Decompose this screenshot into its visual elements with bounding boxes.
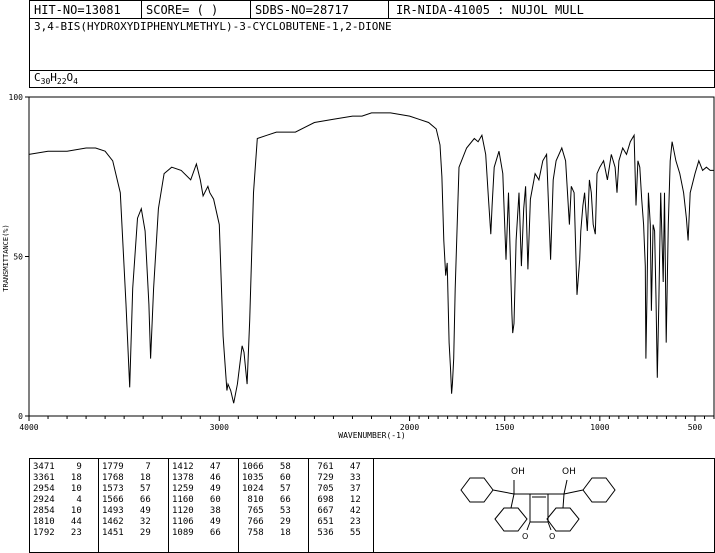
x-axis-label: WAVENUMBER(-1) (338, 431, 405, 440)
peak-entry: 1768 18 (102, 473, 151, 483)
peak-entry: 1160 60 (172, 495, 221, 505)
x-axis: 4000 3000 2000 1500 1000 500 (19, 416, 715, 432)
x-tick-label: 500 (688, 423, 703, 432)
peak-entry: 1566 66 (102, 495, 151, 505)
y-axis: 0 50 100 (9, 93, 29, 421)
peak-column: 3471 9 3361 18 2954 10 2924 4 2854 10 1810 44… (33, 462, 82, 539)
peak-entry: 1024 57 (242, 484, 291, 494)
peak-entry: 651 23 (312, 517, 361, 527)
peak-column: 1779 7 1768 18 1573 57 1566 66 1493 49 1462 3… (102, 462, 151, 539)
peak-entry: 1779 7 (102, 462, 151, 472)
peak-column-divider (308, 458, 309, 553)
peak-entry: 1120 38 (172, 506, 221, 516)
peak-entry: 1412 47 (172, 462, 221, 472)
plot-frame (28, 96, 715, 417)
x-tick-label: 1000 (590, 423, 609, 432)
peak-entry: 1462 32 (102, 517, 151, 527)
peak-entry: 1035 60 (242, 473, 291, 483)
peak-entry: 2854 10 (33, 506, 82, 516)
peak-column-divider (238, 458, 239, 553)
peak-entry: 2954 10 (33, 484, 82, 494)
peak-entry: 729 33 (312, 473, 361, 483)
peak-entry: 3471 9 (33, 462, 82, 472)
peak-entry: 2924 4 (33, 495, 82, 505)
peak-entry: 1259 49 (172, 484, 221, 494)
peak-column: 761 47 729 33 705 37 698 12 667 42 651 2… (312, 462, 361, 539)
peak-entry: 766 29 (242, 517, 291, 527)
peak-entry: 1810 44 (33, 517, 82, 527)
spectrum-trace (28, 112, 714, 404)
peak-entry: 1066 58 (242, 462, 291, 472)
peak-entry: 536 55 (312, 528, 361, 538)
peak-entry: 667 42 (312, 506, 361, 516)
peak-entry: 1792 23 (33, 528, 82, 538)
peak-entry: 761 47 (312, 462, 361, 472)
x-tick-label: 4000 (19, 423, 38, 432)
y-tick-label: 100 (9, 93, 24, 102)
peak-column-divider (98, 458, 99, 553)
x-tick-label: 1500 (495, 423, 514, 432)
ir-spectrum-chart: 050100 4000 3000 2000 1500 1000 500 WAVENUMBE… (2, 93, 715, 440)
peak-column-divider (168, 458, 169, 553)
peak-entry: 1106 49 (172, 517, 221, 527)
peak-entry: 1573 57 (102, 484, 151, 494)
x-tick-label: 3000 (210, 423, 229, 432)
peak-entry: 1089 66 (172, 528, 221, 538)
peak-entry: 765 53 (242, 506, 291, 516)
peak-entry: 1451 29 (102, 528, 151, 538)
peak-column: 1412 47 1378 46 1259 49 1160 60 1120 38 1106 … (172, 462, 221, 539)
y-axis-label: TRANSMITTANCE(%) (2, 224, 10, 291)
y-tick-label: 50 (13, 253, 23, 262)
structure-panel (373, 458, 715, 553)
peak-entry: 1378 46 (172, 473, 221, 483)
y-tick-label: 0 (18, 412, 23, 421)
peak-entry: 3361 18 (33, 473, 82, 483)
peak-entry: 758 18 (242, 528, 291, 538)
peak-entry: 698 12 (312, 495, 361, 505)
peak-entry: 810 66 (242, 495, 291, 505)
peak-column: 1066 58 1035 60 1024 57 810 66 765 53 766 … (242, 462, 291, 539)
peak-entry: 705 37 (312, 484, 361, 494)
peak-entry: 1493 49 (102, 506, 151, 516)
